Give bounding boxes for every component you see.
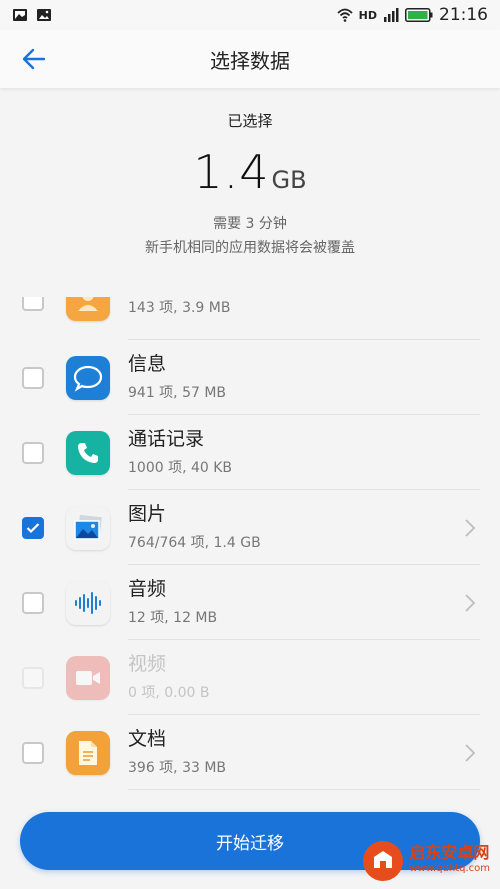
selected-label: 已选择 xyxy=(227,112,273,130)
message-icon xyxy=(66,355,110,400)
list-item-call-log[interactable]: 通话记录 1000 项, 40 KB xyxy=(0,415,500,490)
battery-icon xyxy=(405,8,433,22)
check-icon xyxy=(26,522,40,533)
item-name: 音频 xyxy=(128,578,167,600)
checkbox[interactable] xyxy=(22,366,44,389)
item-detail: 941 项, 57 MB xyxy=(128,385,227,401)
document-icon xyxy=(66,730,110,775)
watermark-url: www.qdhtq.com xyxy=(409,863,490,874)
status-right: HD 21:16 xyxy=(337,5,488,25)
item-name: 信息 xyxy=(128,353,167,375)
checkbox[interactable] xyxy=(22,441,44,464)
page-title: 选择数据 xyxy=(210,48,290,73)
list-item-audio[interactable]: 音频 12 项, 12 MB xyxy=(0,565,500,640)
divider xyxy=(128,789,480,790)
gallery-icon xyxy=(66,505,110,550)
audio-wave-icon xyxy=(66,580,110,625)
list-item-messages[interactable]: 信息 941 项, 57 MB xyxy=(0,340,500,415)
item-name: 文档 xyxy=(128,728,167,750)
checkbox[interactable] xyxy=(22,741,44,764)
status-time: 21:16 xyxy=(439,5,488,25)
watermark-logo-icon xyxy=(363,841,404,881)
estimated-time: 需要 3 分钟 xyxy=(213,216,287,232)
wifi-icon xyxy=(337,8,353,22)
watermark: 启东安卓网 www.qdhtq.com xyxy=(363,841,490,881)
back-button[interactable] xyxy=(14,42,54,76)
chevron-right-icon[interactable] xyxy=(462,743,478,763)
checkbox-disabled xyxy=(22,666,44,689)
item-detail: 396 项, 33 MB xyxy=(128,760,227,776)
chevron-right-icon[interactable] xyxy=(462,593,478,613)
video-camera-icon xyxy=(66,655,110,700)
selection-summary: 已选择 1.4 GB 需要 3 分钟 新手机相同的应用数据将会被覆盖 xyxy=(0,110,500,257)
list-item-video: 视频 0 项, 0.00 B xyxy=(0,640,500,715)
watermark-title: 启东安卓网 xyxy=(409,843,490,862)
arrow-left-icon xyxy=(22,48,46,70)
contacts-icon xyxy=(66,297,110,321)
list-item-contacts[interactable]: 143 项, 3.9 MB xyxy=(0,297,500,340)
app-bar: 选择数据 xyxy=(0,30,500,88)
list-item-gallery[interactable]: 图片 764/764 项, 1.4 GB xyxy=(0,490,500,565)
item-detail: 12 项, 12 MB xyxy=(128,610,218,626)
selected-size: 1.4 GB xyxy=(0,145,500,199)
overwrite-note: 新手机相同的应用数据将会被覆盖 xyxy=(145,240,355,256)
status-bar: HD 21:16 xyxy=(0,0,500,30)
item-detail: 1000 项, 40 KB xyxy=(128,460,233,476)
data-type-list[interactable]: 143 项, 3.9 MB 信息 941 项, 57 MB 通话记录 1000 … xyxy=(0,297,500,797)
phone-icon xyxy=(66,430,110,475)
checkbox[interactable] xyxy=(22,297,44,311)
network-label: HD xyxy=(358,8,377,22)
item-detail: 764/764 项, 1.4 GB xyxy=(128,535,261,551)
photo-icon xyxy=(13,9,27,21)
list-item-documents[interactable]: 文档 396 项, 33 MB xyxy=(0,715,500,790)
status-left xyxy=(12,7,52,23)
item-detail: 0 项, 0.00 B xyxy=(128,685,210,701)
chevron-right-icon[interactable] xyxy=(462,518,478,538)
checkbox[interactable] xyxy=(22,591,44,614)
item-name: 通话记录 xyxy=(128,428,205,450)
checkbox-checked[interactable] xyxy=(22,516,44,539)
item-name: 图片 xyxy=(128,503,167,525)
size-value: 1.4 xyxy=(193,145,270,199)
size-unit: GB xyxy=(271,166,307,194)
image-icon xyxy=(37,9,51,21)
signal-icon xyxy=(384,8,399,22)
item-name: 视频 xyxy=(128,653,167,675)
item-detail: 143 项, 3.9 MB xyxy=(128,300,231,316)
